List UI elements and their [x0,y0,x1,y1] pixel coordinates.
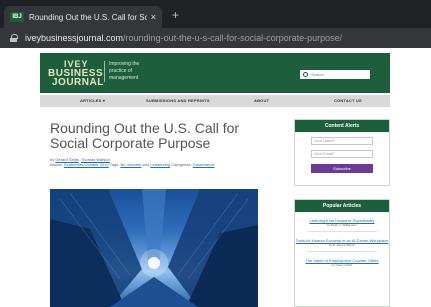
new-tab-button[interactable]: + [172,8,179,22]
web-page: IVEY BUSINESS JOURNAL Improving the prac… [0,48,431,307]
list-item: Learning from Huawei's Superfluidity by … [295,218,389,227]
tag-link[interactable]: Bu roundtre [120,162,141,167]
issue-link[interactable]: September/October 2019 [64,162,109,167]
article-title: Rounding Out the U.S. Call for Social Co… [50,120,240,151]
category-link[interactable]: Governance [193,162,215,167]
nav-submissions[interactable]: SUBMISSIONS AND REPRINTS [146,98,210,103]
list-item: Tools for Human Success in an AI-Driven … [295,238,389,247]
issue-label: Issues [50,162,62,167]
url-path: /rounding-out-the-u-s-call-for-social-co… [123,33,343,43]
nav-about[interactable]: ABOUT [254,98,269,103]
article-byline: by Gerard Seijts, Thomas Watson Issues: … [50,157,215,167]
popular-article-author: by Carey Noble [331,263,353,267]
search-icon [303,72,308,77]
name-field[interactable]: Your Name* [311,137,373,145]
content-alerts-box: Content Alerts Your Name* Your Email* Su… [294,119,390,186]
site-logo[interactable]: IVEY BUSINESS JOURNAL [48,60,104,88]
main-nav: ARTICLES ▾ SUBMISSIONS AND REPRINTS ABOU… [40,95,390,107]
site-tagline: Improving the practice of management [104,61,152,82]
tag-link[interactable]: Leadership [150,162,170,167]
url-text[interactable]: iveybusinessjournal.com/rounding-out-the… [25,33,342,43]
subscribe-button[interactable]: Subscribe [311,164,373,173]
nav-contact[interactable]: CONTACT US [334,98,362,103]
email-field[interactable]: Your Email* [311,150,373,158]
lock-icon[interactable] [10,34,18,42]
logo-line-3: JOURNAL [52,77,104,88]
popular-articles-box: Popular Articles Learning from Huawei's … [294,199,390,307]
url-domain: iveybusinessjournal.com [25,33,124,43]
article-hero-image [50,189,258,307]
search-placeholder: Search [311,72,324,77]
browser-tab-strip: IBJ Rounding Out the U.S. Call for So × … [0,0,431,28]
tab-title: Rounding Out the U.S. Call for So [29,12,147,22]
favicon-icon: IBJ [10,12,24,22]
address-bar[interactable]: iveybusinessjournal.com/rounding-out-the… [0,28,431,48]
nav-articles[interactable]: ARTICLES ▾ [80,98,105,103]
popular-articles-heading: Popular Articles [295,200,389,212]
browser-tab[interactable]: IBJ Rounding Out the U.S. Call for So × [4,6,162,28]
divider [307,231,377,232]
tags-label: Tags [109,162,119,167]
close-icon[interactable]: × [151,12,156,22]
divider [307,251,377,252]
popular-article-author: by Peter J. Williamson [327,223,357,227]
list-item: The Value of Employment Counter Offers b… [295,258,389,267]
site-header: IVEY BUSINESS JOURNAL Improving the prac… [40,53,390,93]
categories-label: Categories [171,162,191,167]
content-alerts-heading: Content Alerts [295,120,389,132]
search-input[interactable]: Search [300,70,370,79]
popular-article-author: by E. James Wilson [328,243,356,247]
